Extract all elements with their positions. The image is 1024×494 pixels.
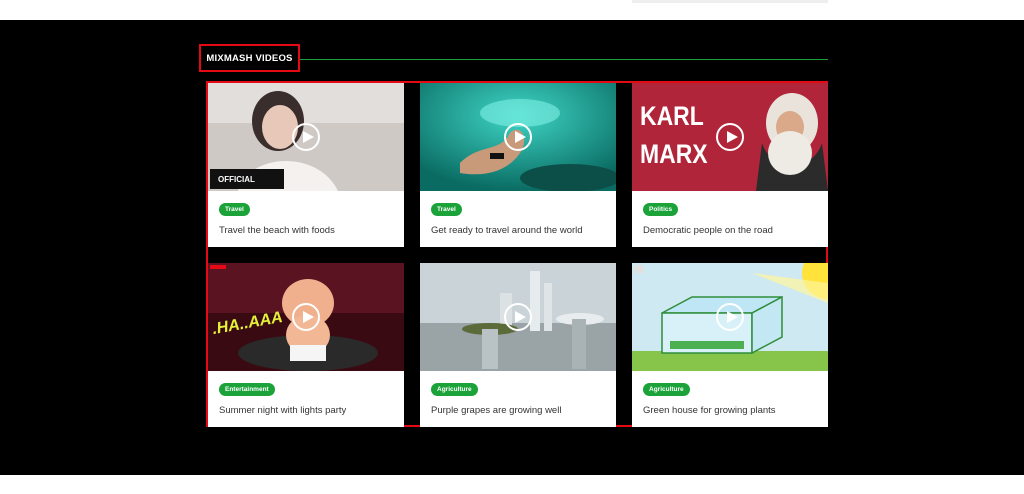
video-thumbnail[interactable] <box>420 263 616 371</box>
thumbnail-overlay-line1: KARL <box>640 101 704 131</box>
play-icon[interactable] <box>716 303 744 331</box>
play-icon[interactable] <box>716 123 744 151</box>
video-title[interactable]: Democratic people on the road <box>643 225 773 236</box>
video-title[interactable]: Summer night with lights party <box>219 405 346 416</box>
video-thumbnail[interactable]: OFFICIAL <box>208 83 404 191</box>
video-thumbnail[interactable]: .HA..AAA <box>208 263 404 371</box>
play-icon[interactable] <box>292 123 320 151</box>
video-card[interactable]: KARL MARX Politics Democratic people on … <box>632 83 828 247</box>
play-icon[interactable] <box>504 123 532 151</box>
section-heading: MIXMASH VIDEOS <box>199 44 300 72</box>
video-card[interactable]: .HA..AAA Entertainment Summer night with… <box>208 263 404 427</box>
video-title[interactable]: Travel the beach with foods <box>219 225 335 236</box>
video-title[interactable]: Purple grapes are growing well <box>431 405 561 416</box>
play-icon[interactable] <box>504 303 532 331</box>
video-thumbnail[interactable] <box>420 83 616 191</box>
category-badge[interactable]: Travel <box>431 203 462 216</box>
category-badge[interactable]: Travel <box>219 203 250 216</box>
category-badge[interactable]: Agriculture <box>431 383 478 396</box>
section-heading-text: MIXMASH VIDEOS <box>206 52 293 64</box>
videos-section: MIXMASH VIDEOS OFFICIAL Travel Travel th… <box>0 20 1024 475</box>
video-card[interactable]: Agriculture Green house for growing plan… <box>632 263 828 427</box>
heading-divider <box>300 59 828 60</box>
category-badge[interactable]: Politics <box>643 203 679 216</box>
header-search-stub[interactable] <box>632 0 828 3</box>
thumbnail-overlay-line2: MARX <box>640 139 708 169</box>
video-card[interactable]: Agriculture Purple grapes are growing we… <box>420 263 616 427</box>
video-title[interactable]: Green house for growing plants <box>643 405 776 416</box>
video-thumbnail[interactable] <box>632 263 828 371</box>
play-icon[interactable] <box>292 303 320 331</box>
video-card[interactable]: OFFICIAL Travel Travel the beach with fo… <box>208 83 404 247</box>
video-card[interactable]: Travel Get ready to travel around the wo… <box>420 83 616 247</box>
footer-strip <box>0 475 1024 494</box>
category-badge[interactable]: Agriculture <box>643 383 690 396</box>
thumbnail-overlay-text: OFFICIAL <box>218 175 255 184</box>
top-bar <box>0 0 1024 20</box>
video-thumbnail[interactable]: KARL MARX <box>632 83 828 191</box>
category-badge[interactable]: Entertainment <box>219 383 275 396</box>
video-title[interactable]: Get ready to travel around the world <box>431 225 583 236</box>
